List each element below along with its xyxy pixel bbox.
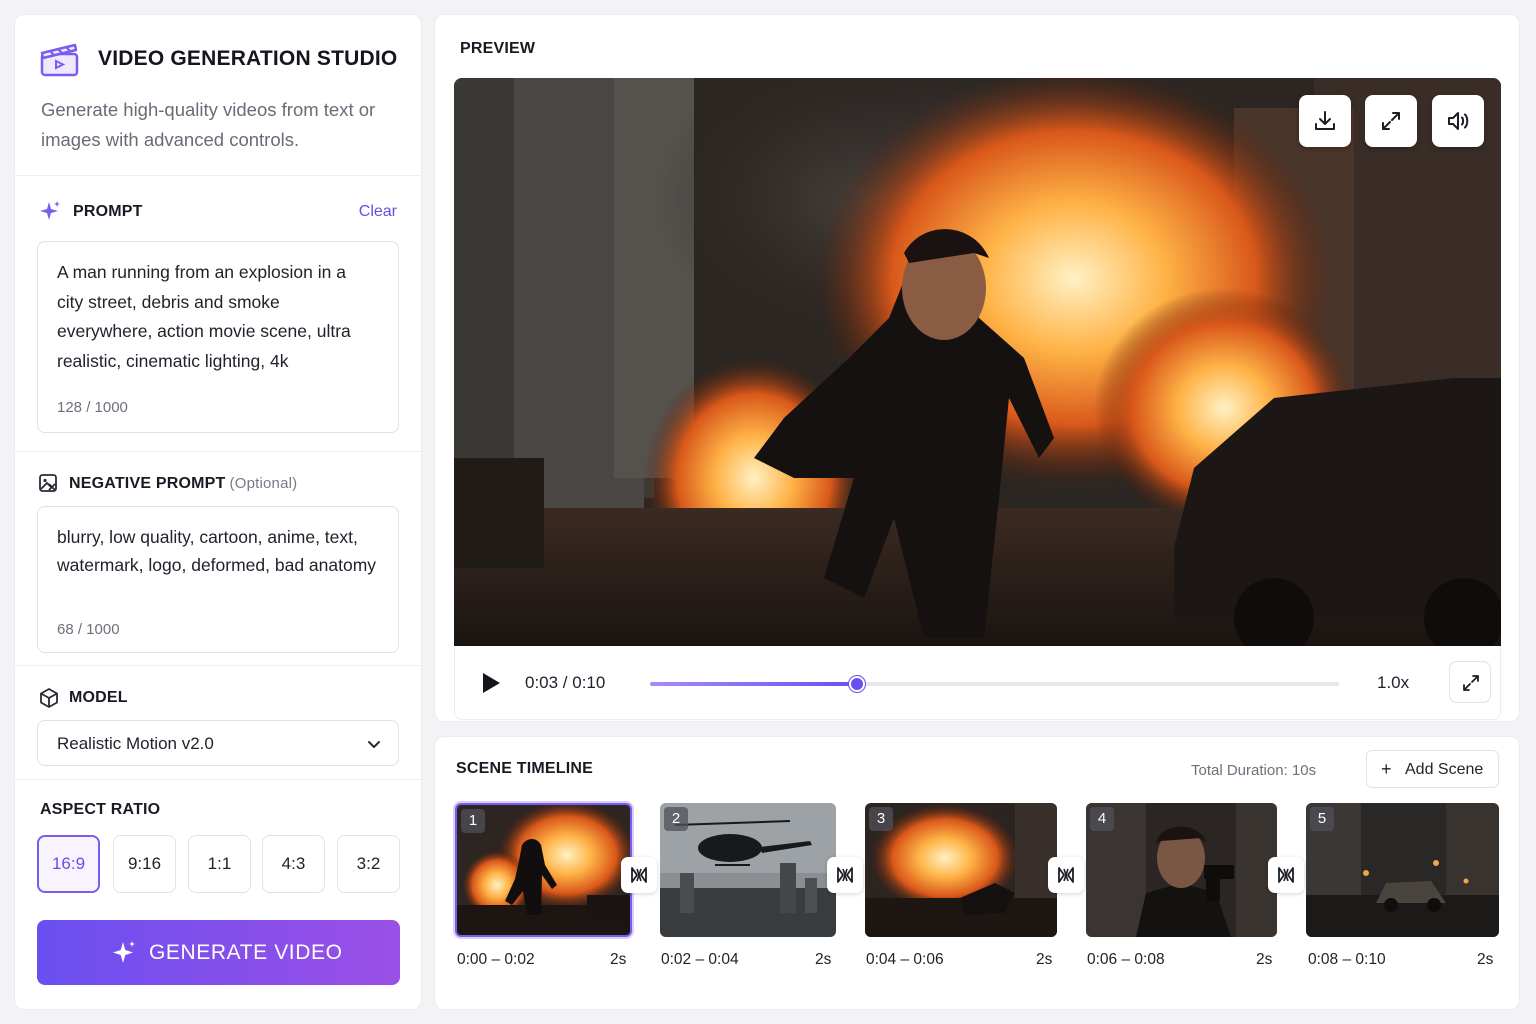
- cube-icon: [40, 688, 58, 708]
- video-player[interactable]: [454, 78, 1501, 646]
- prompt-textarea[interactable]: A man running from an explosion in a cit…: [37, 241, 399, 433]
- expand-icon: [1382, 112, 1400, 130]
- play-icon[interactable]: [481, 672, 501, 694]
- negative-prompt-title: NEGATIVE PROMPT: [69, 475, 226, 492]
- transition-icon: [1058, 867, 1074, 883]
- model-label: MODEL: [69, 689, 128, 706]
- scene-time-range: 0:04 – 0:06: [866, 951, 944, 968]
- transition-button-2[interactable]: [827, 857, 863, 893]
- scene-thumbnail-5[interactable]: 5: [1306, 803, 1499, 937]
- app-title: VIDEO GENERATION STUDIO: [98, 47, 398, 70]
- expand-button[interactable]: [1365, 95, 1417, 147]
- negative-prompt-label: NEGATIVE PROMPT (Optional): [69, 475, 297, 493]
- playback-speed[interactable]: 1.0x: [1377, 673, 1409, 693]
- add-scene-button[interactable]: + Add Scene: [1366, 750, 1499, 788]
- download-button[interactable]: [1299, 95, 1351, 147]
- video-frame: [454, 78, 1501, 646]
- aspect-option-4-3[interactable]: 4:3: [262, 835, 325, 893]
- plus-icon: +: [1381, 759, 1392, 779]
- transition-icon: [1278, 867, 1294, 883]
- sparkle-icon: [40, 201, 60, 220]
- transition-button-4[interactable]: [1268, 857, 1304, 893]
- scene-number: 3: [869, 807, 893, 831]
- scene-image: [1086, 803, 1277, 937]
- scene-timeline-label: SCENE TIMELINE: [456, 760, 594, 777]
- clapperboard-icon: [40, 43, 79, 77]
- model-selected-value: Realistic Motion v2.0: [57, 734, 214, 753]
- seek-bar-progress: [650, 682, 857, 686]
- transition-button-3[interactable]: [1048, 857, 1084, 893]
- scene-duration: 2s: [815, 951, 832, 968]
- scene-number: 1: [461, 809, 485, 833]
- scene-time-range: 0:00 – 0:02: [457, 951, 535, 968]
- volume-button[interactable]: [1432, 95, 1484, 147]
- scene-duration: 2s: [610, 951, 627, 968]
- scene-number: 4: [1090, 807, 1114, 831]
- seek-bar[interactable]: [650, 676, 1339, 692]
- negative-prompt-text: blurry, low quality, cartoon, anime, tex…: [57, 527, 377, 575]
- prompt-text: A man running from an explosion in a cit…: [57, 262, 351, 371]
- sparkle-icon: [113, 941, 135, 963]
- prompt-label: PROMPT: [73, 203, 143, 220]
- add-scene-label: Add Scene: [1405, 761, 1484, 778]
- seek-bar-handle[interactable]: [848, 676, 865, 692]
- negative-prompt-char-count: 68 / 1000: [57, 621, 120, 638]
- scene-number: 5: [1310, 807, 1334, 831]
- download-icon: [1315, 111, 1335, 130]
- aspect-option-1-1[interactable]: 1:1: [188, 835, 251, 893]
- image-block-icon: [39, 474, 57, 492]
- aspect-ratio-label: ASPECT RATIO: [40, 801, 161, 818]
- scene-time-range: 0:08 – 0:10: [1308, 951, 1386, 968]
- scene-duration: 2s: [1036, 951, 1053, 968]
- transition-icon: [631, 867, 647, 883]
- scene-thumbnail-3[interactable]: 3: [865, 803, 1057, 937]
- divider: [15, 665, 421, 666]
- scene-duration: 2s: [1477, 951, 1494, 968]
- prompt-char-count: 128 / 1000: [57, 399, 128, 416]
- generate-video-button[interactable]: GENERATE VIDEO: [37, 920, 400, 985]
- negative-prompt-textarea[interactable]: blurry, low quality, cartoon, anime, tex…: [37, 506, 399, 653]
- generate-video-label: GENERATE VIDEO: [149, 941, 343, 964]
- preview-panel: PREVIEW 0:03 / 0:10 1.0x: [434, 14, 1520, 722]
- playback-time: 0:03 / 0:10: [525, 673, 606, 692]
- aspect-option-9-16[interactable]: 9:16: [113, 835, 176, 893]
- preview-label: PREVIEW: [460, 40, 536, 57]
- divider: [15, 779, 421, 780]
- scene-thumbnail-1[interactable]: 1: [455, 803, 632, 937]
- fullscreen-button[interactable]: [1449, 661, 1491, 703]
- scene-number: 2: [664, 807, 688, 831]
- optional-tag: (Optional): [229, 475, 298, 492]
- playback-controls: 0:03 / 0:10 1.0x: [454, 646, 1501, 720]
- scene-image: [865, 803, 1057, 937]
- scene-image: [1306, 803, 1499, 937]
- fullscreen-icon: [1463, 675, 1479, 691]
- model-select[interactable]: Realistic Motion v2.0: [37, 720, 399, 766]
- settings-panel: VIDEO GENERATION STUDIO Generate high-qu…: [14, 14, 422, 1010]
- scene-duration: 2s: [1256, 951, 1273, 968]
- scene-time-range: 0:02 – 0:04: [661, 951, 739, 968]
- chevron-down-icon: [368, 741, 380, 748]
- transition-button-1[interactable]: [621, 857, 657, 893]
- aspect-option-3-2[interactable]: 3:2: [337, 835, 400, 893]
- divider: [15, 175, 421, 176]
- divider: [15, 451, 421, 452]
- transition-icon: [837, 867, 853, 883]
- total-duration: Total Duration: 10s: [1191, 762, 1317, 779]
- aspect-option-16-9[interactable]: 16:9: [37, 835, 100, 893]
- scene-thumbnail-2[interactable]: 2: [660, 803, 836, 937]
- scene-thumbnail-4[interactable]: 4: [1086, 803, 1277, 937]
- volume-icon: [1448, 112, 1469, 130]
- scene-time-range: 0:06 – 0:08: [1087, 951, 1165, 968]
- clear-prompt-link[interactable]: Clear: [359, 203, 397, 221]
- scene-timeline-panel: SCENE TIMELINE Total Duration: 10s + Add…: [434, 736, 1520, 1010]
- app-subtitle: Generate high-quality videos from text o…: [41, 99, 376, 150]
